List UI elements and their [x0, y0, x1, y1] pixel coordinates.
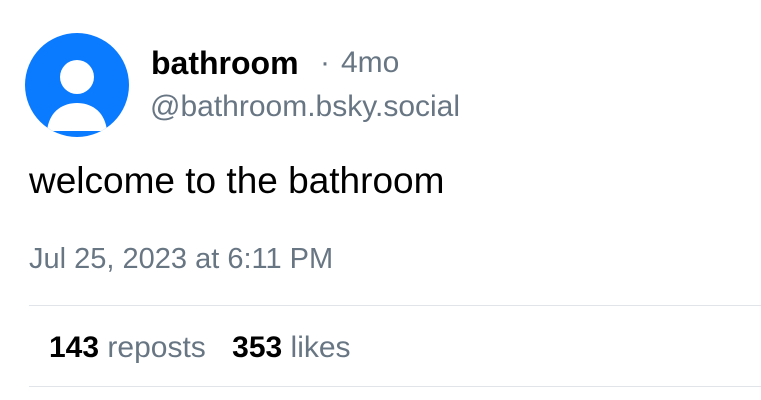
divider	[29, 305, 761, 306]
avatar[interactable]	[25, 33, 129, 137]
divider	[29, 386, 761, 387]
default-user-icon	[47, 60, 107, 131]
likes-label: likes	[290, 331, 351, 364]
post-stats: 143 reposts 353 likes	[49, 329, 369, 367]
post-relative-time[interactable]: 4mo	[341, 44, 399, 82]
post-timestamp: Jul 25, 2023 at 6:11 PM	[29, 243, 334, 275]
post-text: welcome to the bathroom	[29, 160, 445, 201]
author-display-name[interactable]: bathroom	[151, 44, 299, 82]
author-handle[interactable]: @bathroom.bsky.social	[150, 88, 460, 126]
meta-separator: ·	[320, 46, 330, 79]
likes-count: 353	[232, 331, 283, 364]
reposts-count: 143	[49, 331, 100, 364]
post-card: bathroom · 4mo @bathroom.bsky.social wel…	[0, 0, 761, 400]
likes-stat[interactable]: 353 likes	[232, 331, 350, 364]
reposts-label: reposts	[107, 331, 206, 364]
reposts-stat[interactable]: 143 reposts	[49, 331, 206, 364]
